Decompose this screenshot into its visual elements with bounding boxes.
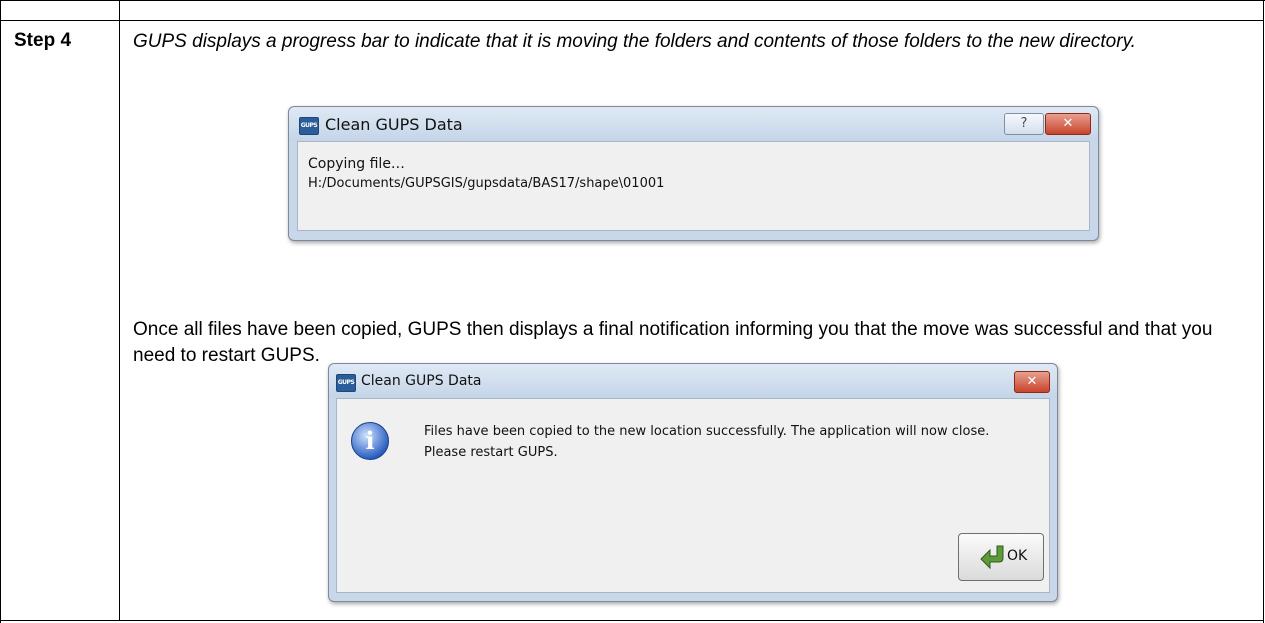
- help-button[interactable]: ?: [1004, 113, 1044, 135]
- notification-dialog-body: i Files have been copied to the new loca…: [336, 398, 1050, 593]
- notification-dialog: GUPS Clean GUPS Data ✕ i Files have been…: [328, 363, 1058, 602]
- notification-message: Files have been copied to the new locati…: [424, 424, 990, 460]
- table-top-border: [0, 0, 1265, 1]
- ok-button-label: OK: [1007, 548, 1028, 564]
- table-column-divider: [119, 0, 120, 621]
- gups-app-icon: GUPS: [299, 117, 319, 135]
- intro-paragraph: GUPS displays a progress bar to indicate…: [133, 31, 1136, 52]
- table-left-border: [0, 0, 1, 623]
- table-right-border: [1263, 0, 1264, 623]
- copy-status-text: Copying file…: [308, 156, 405, 172]
- info-icon: i: [351, 422, 389, 460]
- return-arrow-icon: [980, 545, 1004, 570]
- followup-paragraph: Once all files have been copied, GUPS th…: [133, 319, 1213, 366]
- table-bottom-border: [0, 620, 1264, 621]
- close-button[interactable]: ✕: [1045, 113, 1091, 135]
- step-label: Step 4: [14, 30, 72, 51]
- notification-dialog-title: Clean GUPS Data: [361, 373, 482, 389]
- progress-dialog-title: Clean GUPS Data: [325, 115, 463, 134]
- gups-app-icon: GUPS: [336, 374, 356, 392]
- progress-dialog-titlebar[interactable]: GUPS Clean GUPS Data ? ✕: [289, 107, 1098, 141]
- ok-button[interactable]: OK: [958, 533, 1044, 581]
- copy-path-text: H:/Documents/GUPSGIS/gupsdata/BAS17/shap…: [308, 176, 665, 191]
- notification-dialog-titlebar[interactable]: GUPS Clean GUPS Data ✕: [329, 364, 1057, 398]
- close-button[interactable]: ✕: [1014, 371, 1050, 393]
- progress-dialog: GUPS Clean GUPS Data ? ✕ Copying file… H…: [288, 106, 1099, 241]
- table-row-divider: [0, 20, 1264, 21]
- progress-dialog-body: Copying file… H:/Documents/GUPSGIS/gupsd…: [297, 141, 1090, 231]
